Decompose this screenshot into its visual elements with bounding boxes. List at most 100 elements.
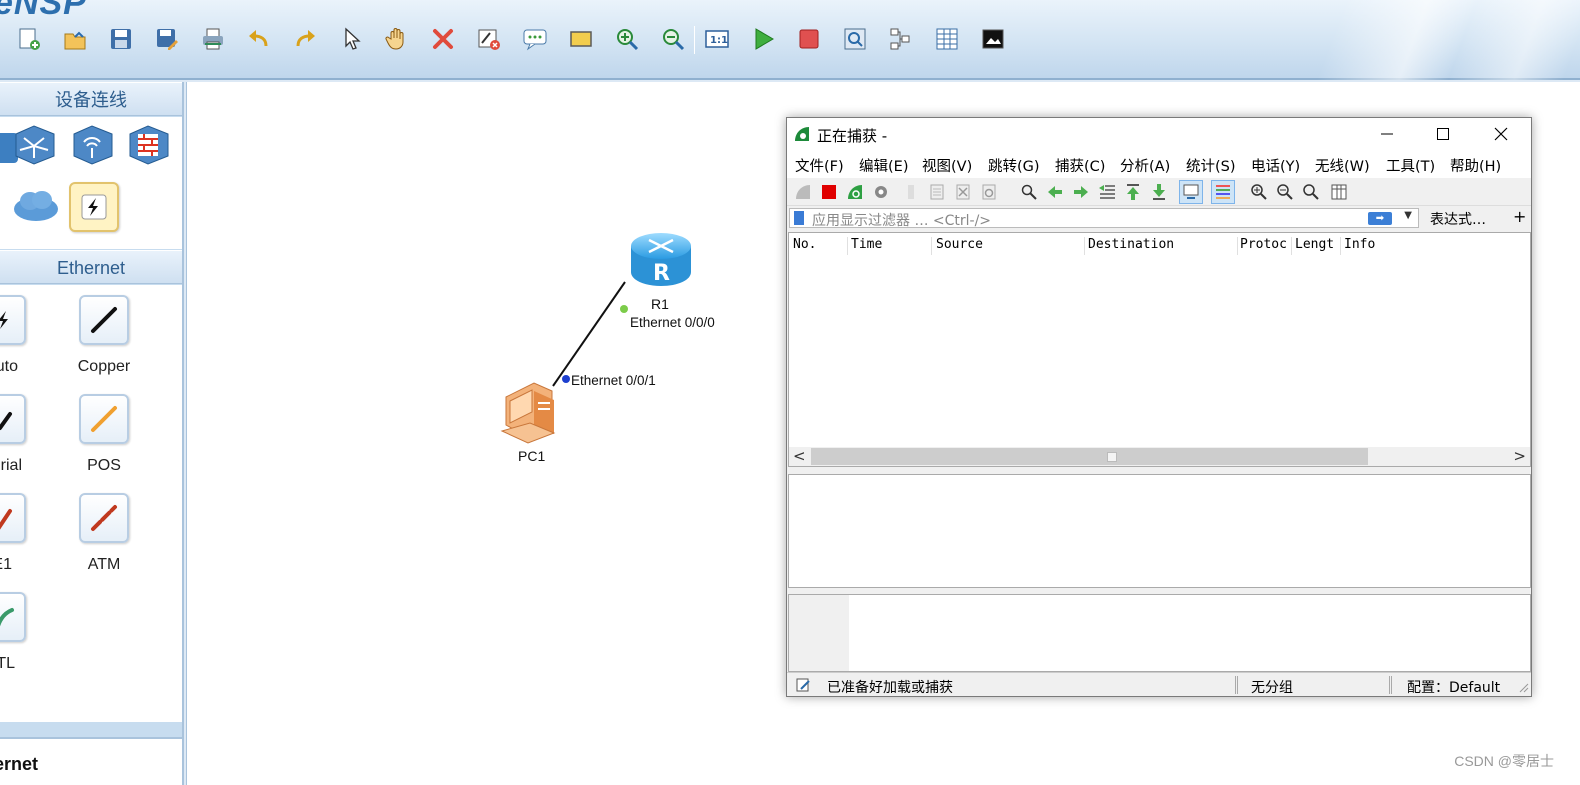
open-icon[interactable] <box>60 24 90 54</box>
menu-tools[interactable]: 工具(T) <box>1386 155 1435 176</box>
ethernet-link[interactable] <box>552 281 626 387</box>
topology-icon[interactable] <box>886 24 916 54</box>
go-back-icon[interactable] <box>1043 180 1067 204</box>
column-length[interactable]: Lengt <box>1295 237 1334 252</box>
menu-view[interactable]: 视图(V) <box>922 155 972 176</box>
copper-cable-icon[interactable] <box>79 295 129 345</box>
menu-help[interactable]: 帮助(H) <box>1450 155 1501 176</box>
column-destination[interactable]: Destination <box>1088 237 1174 252</box>
rectangle-icon[interactable] <box>566 24 596 54</box>
capture-comment-icon[interactable] <box>795 677 811 693</box>
app-brand: eNSP <box>0 0 87 22</box>
pc1-icon[interactable] <box>498 379 568 447</box>
save-file-icon[interactable] <box>925 180 949 204</box>
redo-icon[interactable] <box>290 24 320 54</box>
serial-cable-icon[interactable] <box>0 394 26 444</box>
undo-icon[interactable] <box>244 24 274 54</box>
column-time[interactable]: Time <box>851 237 882 252</box>
screenshot-icon[interactable] <box>978 24 1008 54</box>
display-filter-input[interactable]: 应用显示过滤器 … <Ctrl-/> ➡ ▼ <box>789 208 1419 229</box>
firewall-category-icon[interactable] <box>126 123 172 167</box>
close-file-icon[interactable] <box>951 180 975 204</box>
menu-telephony[interactable]: 电话(Y) <box>1251 155 1300 176</box>
column-no[interactable]: No. <box>793 237 816 252</box>
scroll-left-icon[interactable]: < <box>793 447 806 465</box>
open-file-icon[interactable] <box>899 180 923 204</box>
zoom-in-icon[interactable] <box>612 24 642 54</box>
select-pointer-icon[interactable] <box>336 24 366 54</box>
conn-label-atm: ATM <box>87 556 121 573</box>
capture-options-icon[interactable] <box>869 180 893 204</box>
maximize-button[interactable] <box>1415 118 1471 150</box>
menu-statistics[interactable]: 统计(S) <box>1186 155 1236 176</box>
zoom-out-text-icon[interactable] <box>1273 180 1297 204</box>
auto-connection-selected-icon[interactable] <box>69 182 119 232</box>
menu-go[interactable]: 跳转(G) <box>988 155 1040 176</box>
packet-list[interactable]: No. Time Source Destination Protoc Lengt… <box>788 232 1531 467</box>
filter-bookmark-icon[interactable] <box>794 211 804 225</box>
router-category-icon[interactable] <box>12 123 58 167</box>
start-capture-icon[interactable] <box>791 180 815 204</box>
print-icon[interactable] <box>198 24 228 54</box>
text-comment-icon[interactable] <box>520 24 550 54</box>
minimize-button[interactable] <box>1359 118 1415 150</box>
apply-filter-arrow-icon[interactable]: ➡ <box>1368 212 1392 225</box>
colorize-icon[interactable] <box>1211 180 1235 204</box>
wireshark-logo-icon <box>795 127 809 141</box>
wireshark-titlebar[interactable]: 正在捕获 - <box>787 118 1531 150</box>
stop-capture-icon[interactable] <box>817 180 841 204</box>
menu-wireless[interactable]: 无线(W) <box>1315 155 1370 176</box>
cloud-category-icon[interactable] <box>12 183 58 227</box>
find-packet-icon[interactable] <box>1017 180 1041 204</box>
packet-details-pane[interactable] <box>788 474 1531 588</box>
watermark: CSDN @零居士 <box>1454 753 1554 769</box>
capture-icon[interactable] <box>840 24 870 54</box>
menu-analyze[interactable]: 分析(A) <box>1120 155 1170 176</box>
scroll-right-icon[interactable]: > <box>1513 447 1526 465</box>
start-devices-icon[interactable] <box>748 24 778 54</box>
packet-list-hscrollbar[interactable]: < > <box>789 447 1530 466</box>
autoscroll-icon[interactable] <box>1179 180 1203 204</box>
scrollbar-thumb[interactable] <box>811 448 1368 465</box>
delete-icon[interactable] <box>428 24 458 54</box>
menu-edit[interactable]: 编辑(E) <box>859 155 908 176</box>
first-packet-icon[interactable] <box>1121 180 1145 204</box>
column-source[interactable]: Source <box>936 237 983 252</box>
reload-file-icon[interactable] <box>977 180 1001 204</box>
new-topology-icon[interactable] <box>14 24 44 54</box>
router-r1-icon[interactable]: R <box>629 230 693 288</box>
add-filter-button[interactable]: + <box>1513 207 1526 226</box>
pan-hand-icon[interactable] <box>382 24 412 54</box>
grid-icon[interactable] <box>932 24 962 54</box>
menu-capture[interactable]: 捕获(C) <box>1055 155 1105 176</box>
wireless-category-icon[interactable] <box>70 123 116 167</box>
packet-bytes-pane[interactable] <box>788 594 1531 672</box>
zoom-out-icon[interactable] <box>658 24 688 54</box>
close-button[interactable] <box>1473 118 1529 150</box>
pos-cable-icon[interactable] <box>79 394 129 444</box>
menu-file[interactable]: 文件(F) <box>795 155 844 176</box>
column-info[interactable]: Info <box>1344 237 1375 252</box>
zoom-in-text-icon[interactable] <box>1247 180 1271 204</box>
status-profile[interactable]: 配置：Default <box>1407 677 1500 697</box>
column-protocol[interactable]: Protoc <box>1240 237 1287 252</box>
e1-cable-icon[interactable] <box>0 493 26 543</box>
resize-grip-icon[interactable] <box>1517 681 1529 693</box>
delete-all-icon[interactable] <box>474 24 504 54</box>
go-forward-icon[interactable] <box>1069 180 1093 204</box>
last-packet-icon[interactable] <box>1147 180 1171 204</box>
resize-columns-icon[interactable] <box>1327 180 1351 204</box>
restart-capture-icon[interactable] <box>843 180 867 204</box>
expression-button[interactable]: 表达式… <box>1430 209 1486 229</box>
go-to-packet-icon[interactable] <box>1095 180 1119 204</box>
filter-dropdown-icon[interactable]: ▼ <box>1404 210 1412 221</box>
normal-size-icon[interactable] <box>1299 180 1323 204</box>
device-panel: 设备连线 Ethernet uto Copper rial POS 1 ATM … <box>0 82 184 785</box>
ctl-cable-icon[interactable] <box>0 592 26 642</box>
auto-cable-icon[interactable] <box>0 295 26 345</box>
atm-cable-icon[interactable] <box>79 493 129 543</box>
save-as-icon[interactable] <box>152 24 182 54</box>
save-icon[interactable] <box>106 24 136 54</box>
fit-1to1-icon[interactable]: 1:1 <box>702 24 732 54</box>
stop-devices-icon[interactable] <box>794 24 824 54</box>
